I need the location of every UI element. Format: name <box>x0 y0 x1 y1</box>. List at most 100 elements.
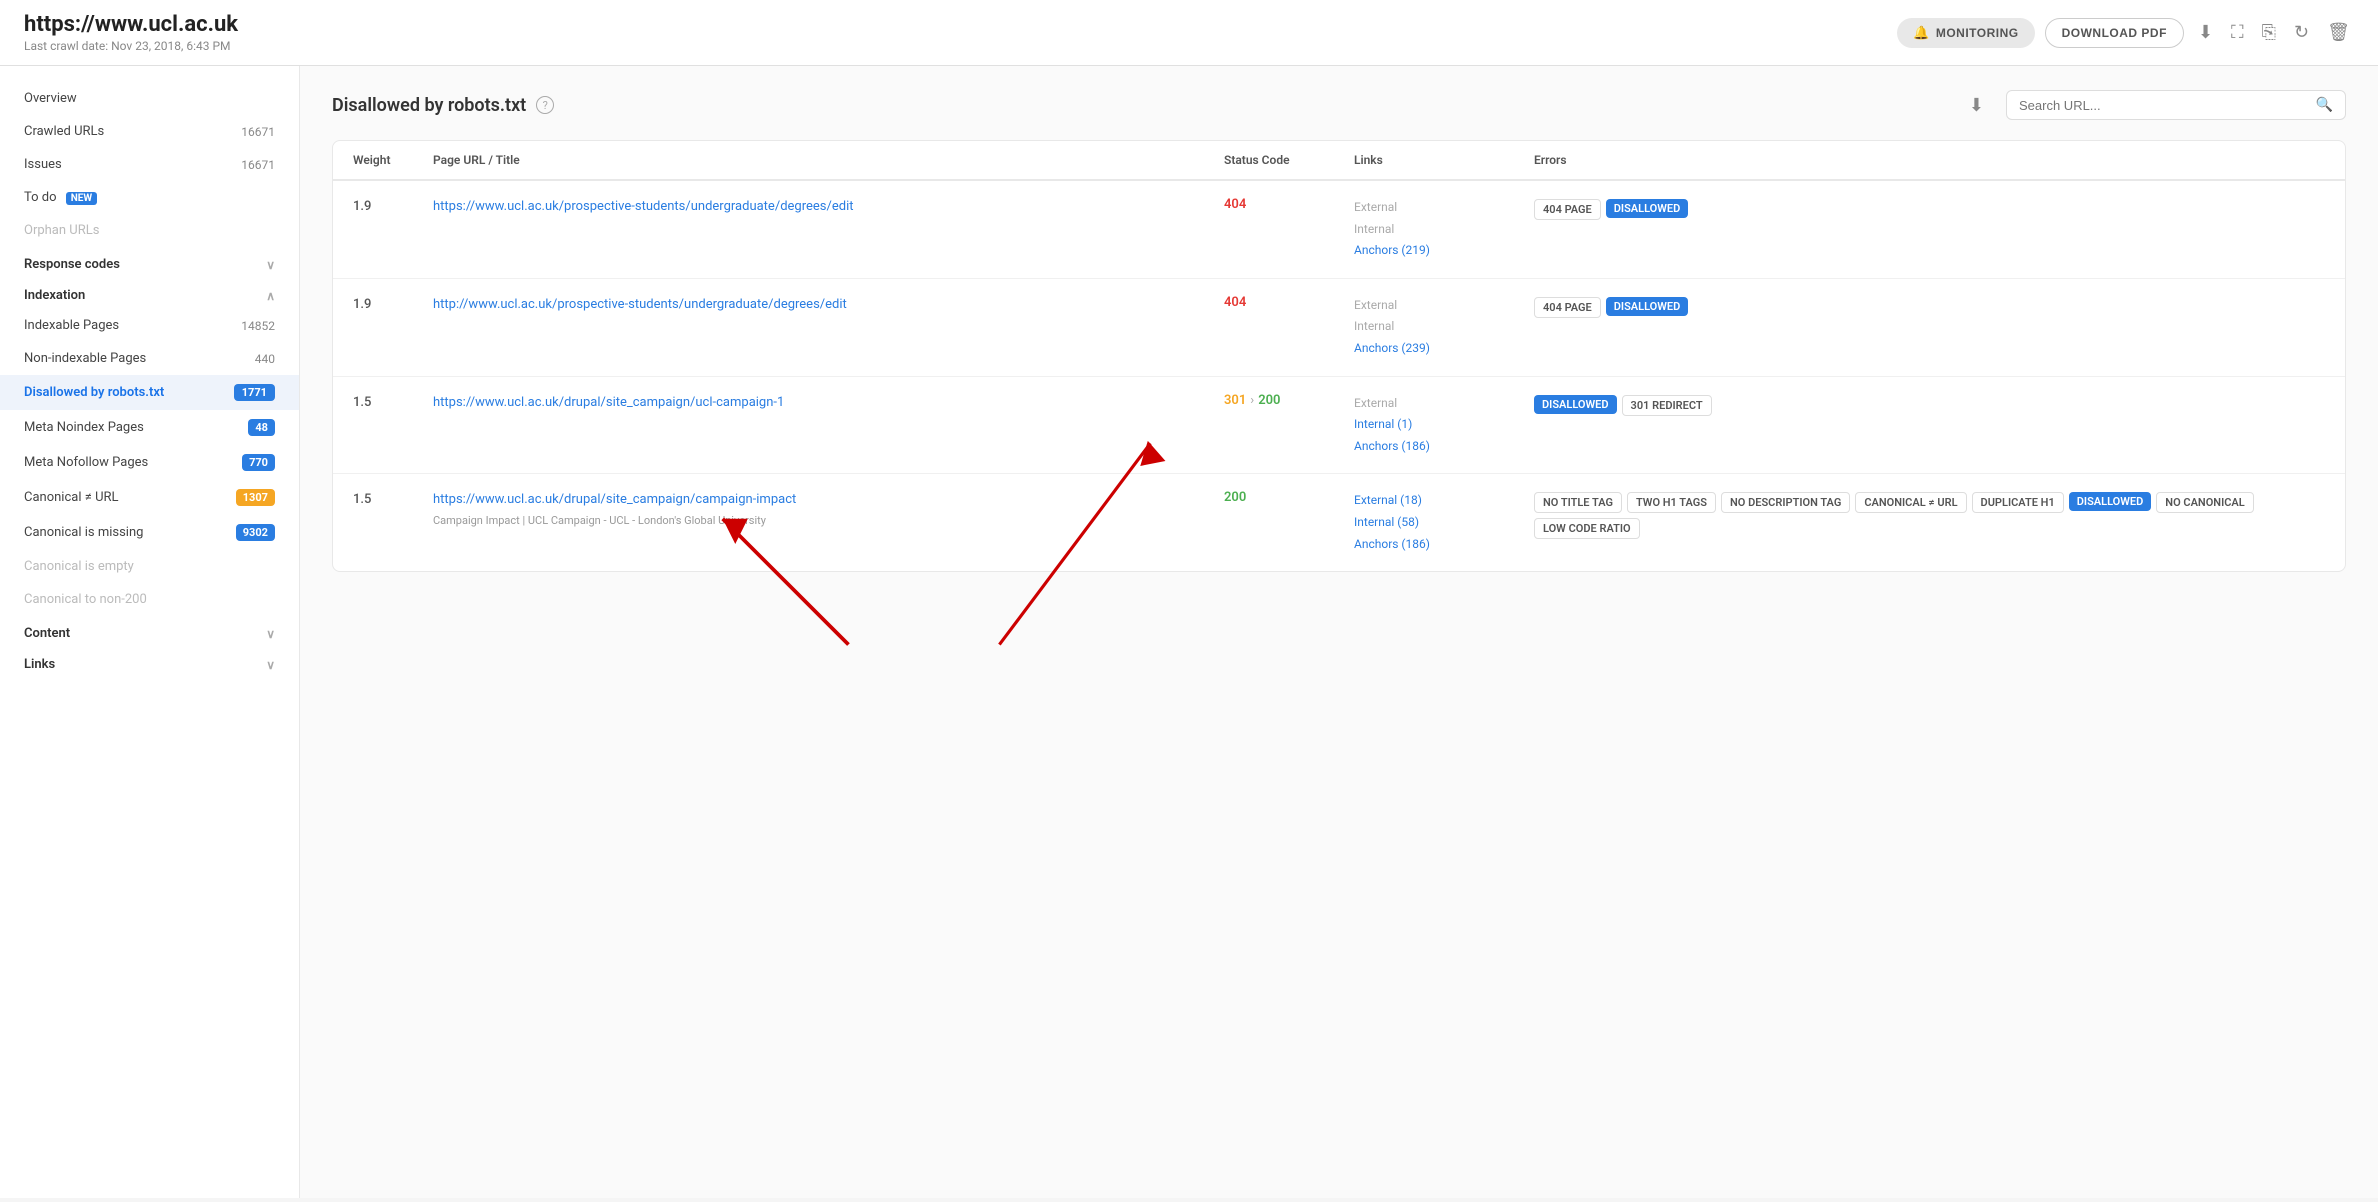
sidebar-item-canonical-missing[interactable]: Canonical is missing 9302 <box>0 515 299 550</box>
weight-cell: 1.5 <box>353 490 433 507</box>
page-url-link[interactable]: https://www.ucl.ac.uk/drupal/site_campai… <box>433 492 796 507</box>
sidebar-item-non-indexable[interactable]: Non-indexable Pages 440 <box>0 342 299 375</box>
error-tag-two-h1: TWO H1 TAGS <box>1627 492 1716 513</box>
sidebar-section-indexation: Indexation ∧ <box>0 278 299 309</box>
url-cell: http://www.ucl.ac.uk/prospective-student… <box>433 295 1224 315</box>
page-header: Disallowed by robots.txt ? ⬇ 🔍 <box>332 90 2346 120</box>
search-url-box[interactable]: 🔍 <box>2006 90 2346 120</box>
status-code: 200 <box>1224 490 1246 505</box>
share-icon: ⎘ <box>2262 22 2276 42</box>
internal-links: Internal <box>1354 316 1534 338</box>
error-tag-low-code-ratio: LOW CODE RATIO <box>1534 518 1640 539</box>
sidebar-item-label: Canonical is missing <box>24 525 143 540</box>
external-links[interactable]: External (18) <box>1354 490 1534 512</box>
url-cell: https://www.ucl.ac.uk/drupal/site_campai… <box>433 490 1224 527</box>
sidebar-item-disallowed[interactable]: Disallowed by robots.txt 1771 <box>0 375 299 410</box>
sidebar-section-label: Content <box>24 626 70 641</box>
status-cell: 301 › 200 <box>1224 393 1354 408</box>
error-tag-404page: 404 PAGE <box>1534 199 1601 220</box>
delete-icon-button[interactable]: 🗑 <box>2323 18 2354 47</box>
main-content: Disallowed by robots.txt ? ⬇ 🔍 Weight Pa… <box>300 66 2378 1198</box>
anchors-links[interactable]: Anchors (186) <box>1354 436 1534 458</box>
sidebar-section-label: Response codes <box>24 257 120 272</box>
monitoring-button[interactable]: 🔔 MONITORING <box>1897 18 2034 48</box>
anchors-links[interactable]: Anchors (186) <box>1354 534 1534 556</box>
anchors-links[interactable]: Anchors (219) <box>1354 240 1534 262</box>
share-icon-button[interactable]: ⎘ <box>2258 18 2280 47</box>
internal-links[interactable]: Internal (58) <box>1354 512 1534 534</box>
table-row: 1.5 https://www.ucl.ac.uk/drupal/site_ca… <box>333 377 2345 475</box>
table-header: Weight Page URL / Title Status Code Link… <box>333 141 2345 181</box>
header-left: https://www.ucl.ac.uk Last crawl date: N… <box>24 12 238 53</box>
links-cell: External Internal Anchors (239) <box>1354 295 1534 360</box>
sidebar-item-label: Canonical to non-200 <box>24 592 147 607</box>
export-icon-button[interactable]: ⬇ <box>2194 18 2217 47</box>
page-title: Disallowed by robots.txt <box>332 95 526 116</box>
links-cell: External Internal (1) Anchors (186) <box>1354 393 1534 458</box>
error-tag-disallowed: DISALLOWED <box>2069 492 2152 511</box>
weight-cell: 1.9 <box>353 295 433 312</box>
anchors-links[interactable]: Anchors (239) <box>1354 338 1534 360</box>
sidebar-item-indexable-pages[interactable]: Indexable Pages 14852 <box>0 309 299 342</box>
table-row: 1.9 http://www.ucl.ac.uk/prospective-stu… <box>333 279 2345 377</box>
refresh-icon-button[interactable]: ↻ <box>2290 18 2313 47</box>
page-url-link[interactable]: https://www.ucl.ac.uk/prospective-studen… <box>433 199 854 214</box>
sidebar-item-crawled-urls[interactable]: Crawled URLs 16671 <box>0 115 299 148</box>
site-title: https://www.ucl.ac.uk <box>24 12 238 37</box>
search-icon[interactable]: 🔍 <box>2316 97 2333 113</box>
internal-links[interactable]: Internal (1) <box>1354 414 1534 436</box>
page-url-link[interactable]: http://www.ucl.ac.uk/prospective-student… <box>433 297 847 312</box>
download-icon: ⬇ <box>1969 95 1984 115</box>
sidebar-item-todo[interactable]: To do NEW <box>0 181 299 214</box>
download-pdf-button[interactable]: DOWNLOAD PDF <box>2045 18 2184 48</box>
export-icon: ⬇ <box>2198 22 2213 42</box>
help-icon[interactable]: ? <box>536 96 554 114</box>
sidebar-item-canonical-empty: Canonical is empty <box>0 550 299 583</box>
sidebar-badge: 770 <box>242 454 275 471</box>
status-200: 200 <box>1258 393 1280 408</box>
sidebar-item-issues[interactable]: Issues 16671 <box>0 148 299 181</box>
sidebar-item-meta-nofollow[interactable]: Meta Nofollow Pages 770 <box>0 445 299 480</box>
sidebar-item-orphan-urls: Orphan URLs <box>0 214 299 247</box>
sidebar-item-label: Indexable Pages <box>24 318 119 333</box>
header-right: 🔔 MONITORING DOWNLOAD PDF ⬇ ⛶ ⎘ ↻ 🗑 <box>1897 18 2354 48</box>
sidebar-badge: 9302 <box>236 524 275 541</box>
sidebar-item-label: Overview <box>24 91 77 106</box>
sidebar-badge: 1771 <box>234 384 275 401</box>
external-link[interactable]: External (18) <box>1354 493 1422 507</box>
internal-links: Internal <box>1354 219 1534 241</box>
anchors-link[interactable]: Anchors (239) <box>1354 341 1430 355</box>
table-download-button[interactable]: ⬇ <box>1969 95 1984 116</box>
sidebar-item-label: Disallowed by robots.txt <box>24 385 164 400</box>
main-layout: Overview Crawled URLs 16671 Issues 16671… <box>0 66 2378 1198</box>
sitemap-icon-button[interactable]: ⛶ <box>2227 18 2248 47</box>
sidebar-item-overview[interactable]: Overview <box>0 82 299 115</box>
external-links: External <box>1354 393 1534 415</box>
sidebar-item-label: Meta Noindex Pages <box>24 420 144 435</box>
anchors-link[interactable]: Anchors (186) <box>1354 537 1430 551</box>
sidebar-section-content: Content ∨ <box>0 616 299 647</box>
status-cell: 404 <box>1224 295 1354 310</box>
sidebar-item-label: Meta Nofollow Pages <box>24 455 148 470</box>
table-row: 1.9 https://www.ucl.ac.uk/prospective-st… <box>333 181 2345 279</box>
sidebar-item-meta-noindex[interactable]: Meta Noindex Pages 48 <box>0 410 299 445</box>
anchors-link[interactable]: Anchors (219) <box>1354 243 1430 257</box>
trash-icon: 🗑 <box>2327 22 2350 42</box>
error-tag-404page: 404 PAGE <box>1534 297 1601 318</box>
sidebar-item-canonical-neq[interactable]: Canonical ≠ URL 1307 <box>0 480 299 515</box>
error-tag-disallowed: DISALLOWED <box>1606 199 1689 218</box>
url-subtitle: Campaign Impact | UCL Campaign - UCL - L… <box>433 514 1224 527</box>
bell-icon: 🔔 <box>1913 25 1930 41</box>
internal-link[interactable]: Internal (1) <box>1354 417 1412 431</box>
error-tag-canonical-neq: CANONICAL ≠ URL <box>1855 492 1966 513</box>
anchors-link[interactable]: Anchors (186) <box>1354 439 1430 453</box>
internal-link[interactable]: Internal (58) <box>1354 515 1419 529</box>
sidebar: Overview Crawled URLs 16671 Issues 16671… <box>0 66 300 1198</box>
error-tag-disallowed: DISALLOWED <box>1534 395 1617 414</box>
col-url: Page URL / Title <box>433 153 1224 167</box>
page-url-link[interactable]: https://www.ucl.ac.uk/drupal/site_campai… <box>433 395 784 410</box>
search-url-input[interactable] <box>2019 98 2316 113</box>
url-cell: https://www.ucl.ac.uk/drupal/site_campai… <box>433 393 1224 413</box>
weight-cell: 1.5 <box>353 393 433 410</box>
sidebar-item-label: Orphan URLs <box>24 223 99 238</box>
